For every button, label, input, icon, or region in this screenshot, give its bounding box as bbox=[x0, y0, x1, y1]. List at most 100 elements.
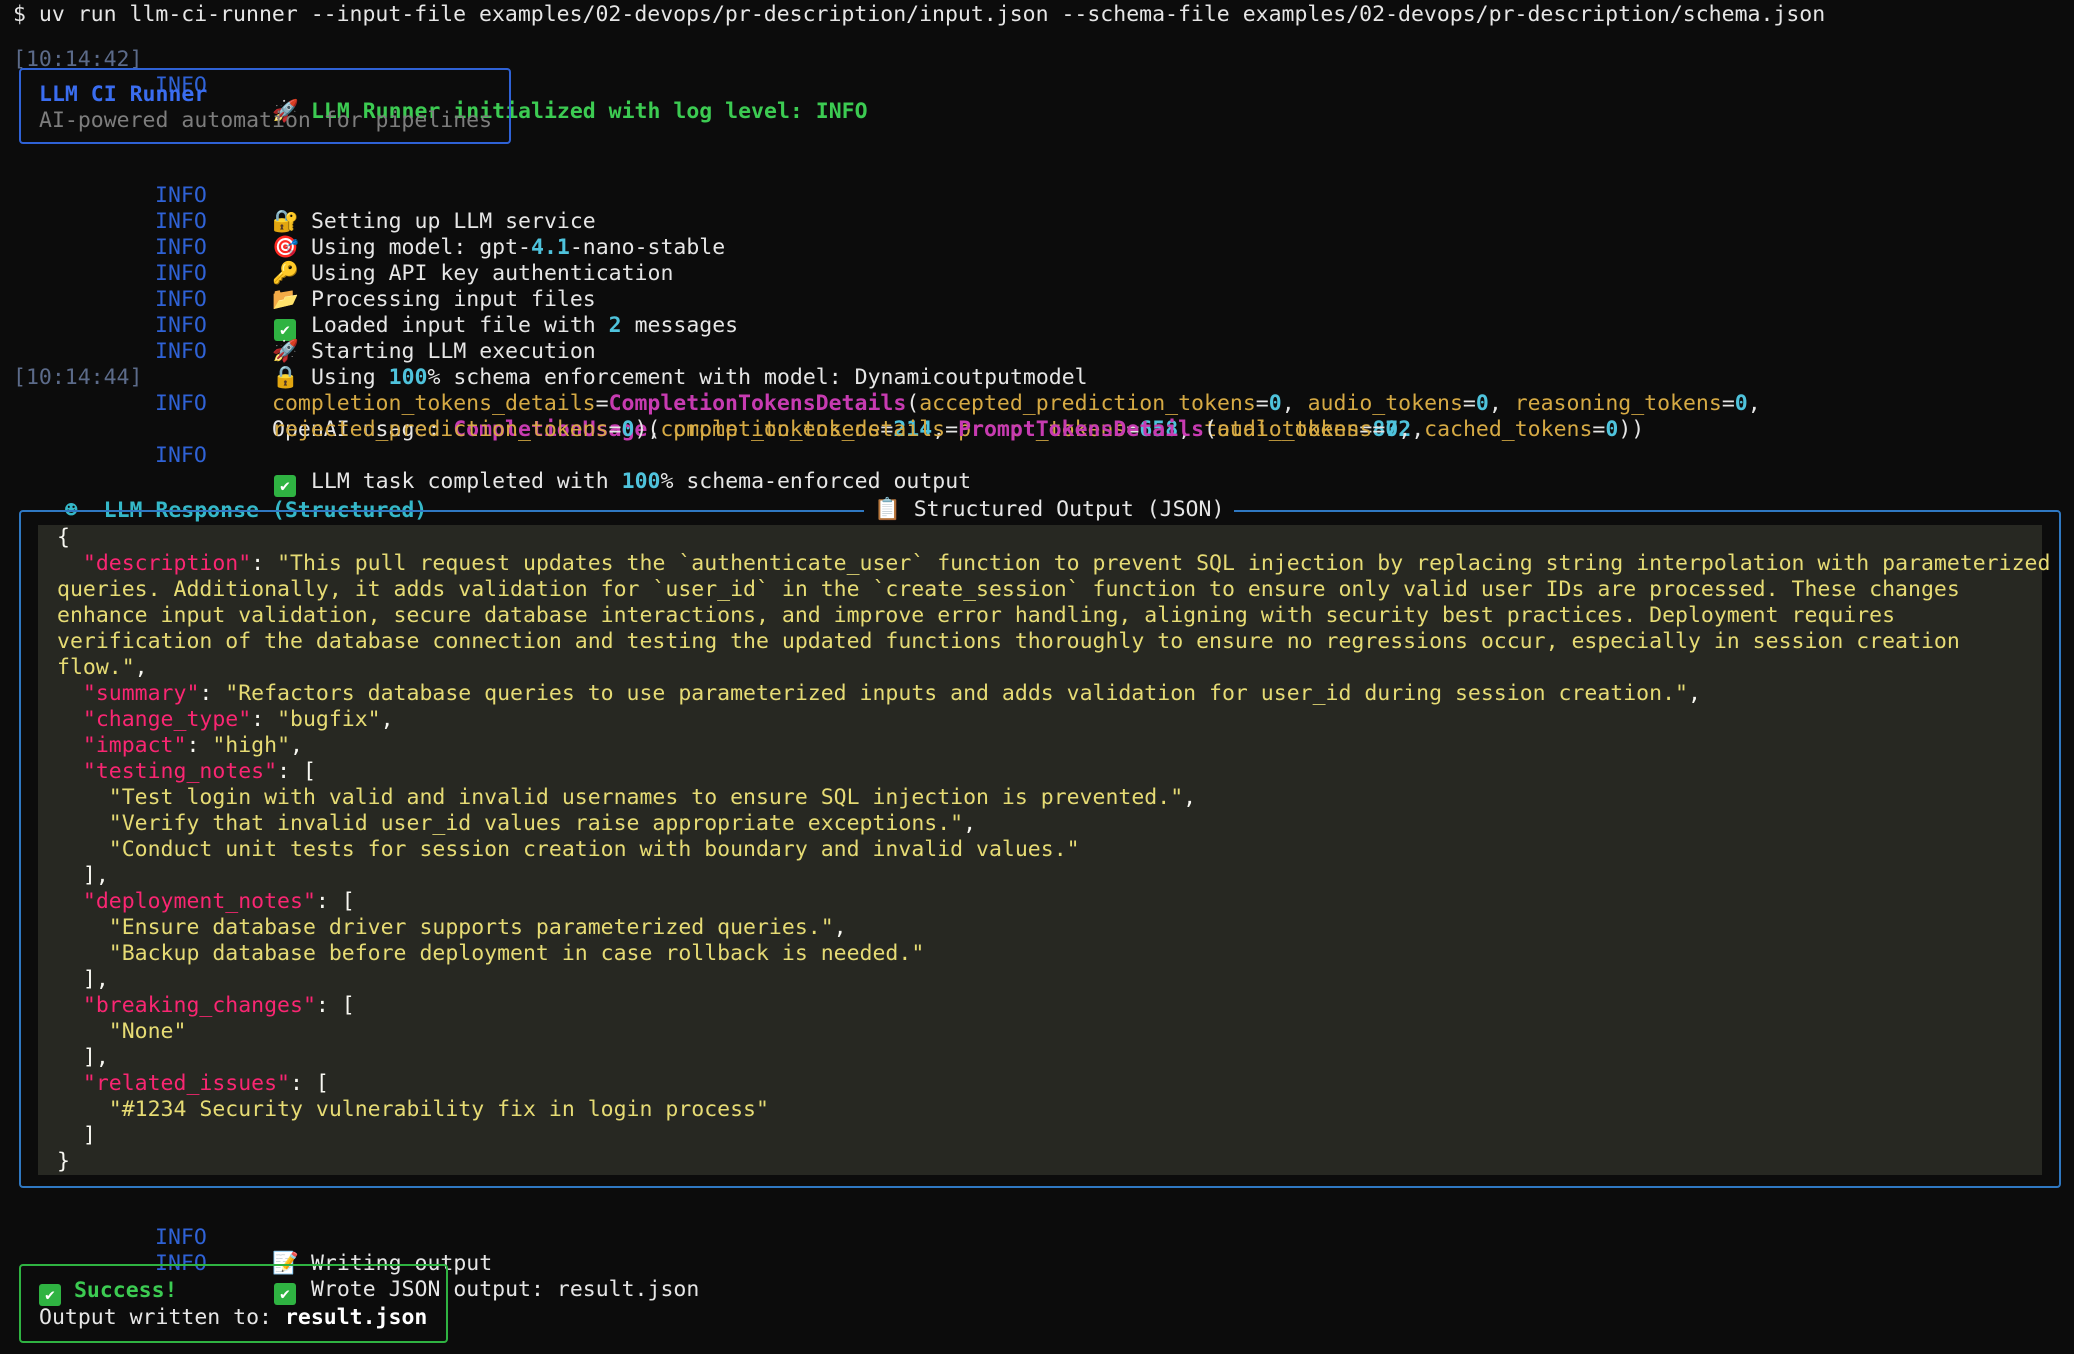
json-line: "None" bbox=[57, 1019, 187, 1045]
json-key: "change_type" bbox=[82, 707, 252, 732]
success-title: Success! bbox=[73, 1278, 178, 1303]
log-message-pre: Using model: gpt- bbox=[310, 235, 532, 260]
json-punct: , bbox=[1687, 681, 1701, 706]
json-line: flow.", bbox=[57, 655, 148, 681]
check-mark-icon: ✔ bbox=[274, 319, 296, 341]
json-punct: : bbox=[199, 681, 226, 706]
json-string: "high" bbox=[212, 733, 291, 758]
structured-output-panel: 📋 Structured Output (JSON) { "descriptio… bbox=[19, 497, 2061, 1188]
json-line: "deployment_notes": [ bbox=[57, 889, 355, 915]
log-message-post: messages bbox=[621, 313, 739, 338]
log-message-post: % schema enforcement with model: Dynamic… bbox=[427, 365, 1088, 390]
json-string: verification of the database connection … bbox=[57, 629, 1960, 654]
json-line: enhance input validation, secure databas… bbox=[57, 603, 1895, 629]
log-message: Setting up LLM service bbox=[310, 209, 596, 234]
log-message-post: % schema-enforced output bbox=[660, 469, 972, 494]
json-key: "impact" bbox=[82, 733, 187, 758]
json-punct: , bbox=[963, 811, 977, 836]
lock-icon: 🔒 bbox=[272, 365, 299, 390]
json-punct: ] bbox=[57, 1123, 96, 1148]
check-mark-icon: ✔ bbox=[39, 1284, 61, 1306]
terminal-window: $ uv run llm-ci-runner --input-file exam… bbox=[0, 0, 2074, 1354]
json-punct bbox=[57, 785, 109, 810]
usage-key: accepted_prediction_tokens bbox=[919, 391, 1256, 416]
log-message: Processing input files bbox=[310, 287, 596, 312]
log-number: 100 bbox=[388, 365, 428, 390]
json-string: flow." bbox=[57, 655, 135, 680]
json-string: "Verify that invalid user_id values rais… bbox=[108, 811, 964, 836]
json-string: "Test login with valid and invalid usern… bbox=[108, 785, 1184, 810]
log-message-pre: Loaded input file with bbox=[310, 313, 609, 338]
json-punct: : [ bbox=[315, 993, 355, 1018]
json-punct: , bbox=[833, 915, 847, 940]
json-line: "change_type": "bugfix", bbox=[57, 707, 394, 733]
json-punct bbox=[57, 1019, 109, 1044]
usage-value: 0 bbox=[1734, 391, 1748, 416]
lock-key-icon: 🔐 bbox=[272, 209, 299, 234]
json-punct bbox=[57, 811, 109, 836]
json-punct bbox=[57, 681, 83, 706]
json-punct: , bbox=[134, 655, 148, 680]
usage-value: 0 bbox=[1385, 417, 1399, 442]
json-string: queries. Additionally, it adds validatio… bbox=[57, 577, 1960, 602]
log-message: Using API key authentication bbox=[310, 261, 674, 286]
json-punct bbox=[57, 759, 83, 784]
command-line[interactable]: $ uv run llm-ci-runner --input-file exam… bbox=[13, 2, 1825, 28]
app-banner: LLM CI Runner AI-powered automation for … bbox=[19, 68, 511, 144]
log-line: INFO 🔑 Using API key authentication bbox=[0, 209, 673, 286]
json-punct: : [ bbox=[290, 1071, 329, 1096]
json-string: "Conduct unit tests for session creation… bbox=[108, 837, 1080, 862]
json-line: "summary": "Refactors database queries t… bbox=[57, 681, 1701, 707]
usage-key: cached_tokens bbox=[1424, 417, 1593, 442]
json-punct: , bbox=[290, 733, 303, 758]
json-punct bbox=[57, 551, 83, 576]
rocket-icon: 🚀 bbox=[272, 339, 299, 364]
json-string: "bugfix" bbox=[277, 707, 381, 732]
log-message-post: -nano-stable bbox=[569, 235, 726, 260]
log-level: INFO bbox=[155, 261, 207, 286]
output-filename[interactable]: result.json bbox=[285, 1305, 427, 1330]
json-punct bbox=[57, 915, 109, 940]
json-punct: , bbox=[1183, 785, 1197, 810]
log-line: INFO 🔒 Using 100% schema enforcement wit… bbox=[0, 313, 1088, 390]
json-line: "impact": "high", bbox=[57, 733, 303, 759]
json-punct: , bbox=[380, 707, 394, 732]
log-message-pre: Using bbox=[310, 365, 389, 390]
usage-key: audio_tokens bbox=[1307, 391, 1463, 416]
json-string: "#1234 Security vulnerability fix in log… bbox=[108, 1097, 769, 1122]
json-line: "Verify that invalid user_id values rais… bbox=[57, 811, 976, 837]
log-line: INFO 📝 Writing output bbox=[0, 1199, 492, 1276]
json-line: "Conduct unit tests for session creation… bbox=[57, 837, 1080, 863]
json-string: "Ensure database driver supports paramet… bbox=[108, 915, 834, 940]
usage-key: prompt_tokens_details bbox=[673, 417, 946, 442]
json-punct: : [ bbox=[315, 889, 355, 914]
json-punct: : bbox=[251, 707, 278, 732]
json-line: "description": "This pull request update… bbox=[57, 551, 2051, 577]
log-number: 100 bbox=[621, 469, 661, 494]
json-line: ], bbox=[57, 1045, 109, 1071]
log-line: INFO 🎯 Using model: gpt-4.1-nano-stable bbox=[0, 183, 725, 260]
json-punct bbox=[57, 837, 109, 862]
json-line: "Backup database before deployment in ca… bbox=[57, 941, 924, 967]
key-icon: 🔑 bbox=[272, 261, 299, 286]
log-level: INFO bbox=[155, 235, 207, 260]
json-key: "breaking_changes" bbox=[82, 993, 316, 1018]
json-line: verification of the database connection … bbox=[57, 629, 1960, 655]
json-string: "Backup database before deployment in ca… bbox=[108, 941, 925, 966]
log-level: INFO bbox=[155, 183, 207, 208]
json-code-block[interactable]: { "description": "This pull request upda… bbox=[38, 525, 2050, 1175]
json-line: "breaking_changes": [ bbox=[57, 993, 355, 1019]
banner-subtitle: AI-powered automation for pipelines bbox=[39, 108, 493, 133]
json-punct bbox=[57, 707, 83, 732]
json-key: "testing_notes" bbox=[82, 759, 278, 784]
json-punct bbox=[57, 1071, 83, 1096]
json-punct: ], bbox=[57, 1045, 109, 1070]
success-message: Output written to: result.json bbox=[39, 1305, 427, 1331]
json-key: "description" bbox=[82, 551, 252, 576]
usage-key: completion_tokens_details bbox=[272, 391, 596, 416]
json-line: "Test login with valid and invalid usern… bbox=[57, 785, 1196, 811]
json-line: "Ensure database driver supports paramet… bbox=[57, 915, 847, 941]
log-line: INFO 🚀 Starting LLM execution bbox=[0, 287, 596, 364]
json-key: "related_issues" bbox=[82, 1071, 290, 1096]
log-line: INFO 🔐 Setting up LLM service bbox=[0, 157, 596, 234]
